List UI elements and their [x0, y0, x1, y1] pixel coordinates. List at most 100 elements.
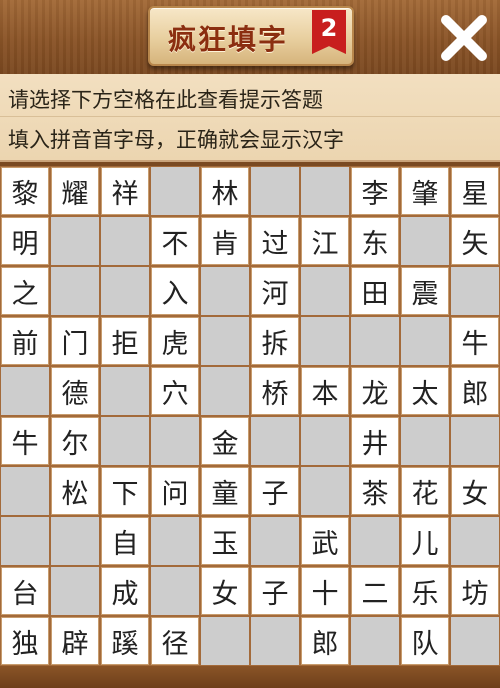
empty-cell[interactable] — [401, 417, 449, 465]
empty-cell[interactable] — [1, 467, 49, 515]
filled-cell[interactable]: 松 — [51, 467, 99, 515]
empty-cell[interactable] — [351, 617, 399, 665]
filled-cell[interactable]: 穴 — [151, 367, 199, 415]
filled-cell[interactable]: 子 — [251, 567, 299, 615]
filled-cell[interactable]: 坊 — [451, 567, 499, 615]
empty-cell[interactable] — [301, 467, 349, 515]
filled-cell[interactable]: 台 — [1, 567, 49, 615]
empty-cell[interactable] — [51, 517, 99, 565]
empty-cell[interactable] — [1, 367, 49, 415]
empty-cell[interactable] — [301, 267, 349, 315]
empty-cell[interactable] — [301, 317, 349, 365]
filled-cell[interactable]: 自 — [101, 517, 149, 565]
filled-cell[interactable]: 太 — [401, 367, 449, 415]
empty-cell[interactable] — [401, 317, 449, 365]
filled-cell[interactable]: 独 — [1, 617, 49, 665]
filled-cell[interactable]: 女 — [201, 567, 249, 615]
empty-cell[interactable] — [151, 517, 199, 565]
filled-cell[interactable]: 江 — [301, 217, 349, 265]
empty-cell[interactable] — [51, 267, 99, 315]
empty-cell[interactable] — [451, 517, 499, 565]
filled-cell[interactable]: 本 — [301, 367, 349, 415]
filled-cell[interactable]: 井 — [351, 417, 399, 465]
empty-cell[interactable] — [201, 367, 249, 415]
empty-cell[interactable] — [251, 167, 299, 215]
filled-cell[interactable]: 肇 — [401, 167, 449, 215]
filled-cell[interactable]: 明 — [1, 217, 49, 265]
filled-cell[interactable]: 拒 — [101, 317, 149, 365]
empty-cell[interactable] — [101, 417, 149, 465]
empty-cell[interactable] — [151, 167, 199, 215]
empty-cell[interactable] — [251, 417, 299, 465]
filled-cell[interactable]: 不 — [151, 217, 199, 265]
filled-cell[interactable]: 子 — [251, 467, 299, 515]
filled-cell[interactable]: 入 — [151, 267, 199, 315]
filled-cell[interactable]: 震 — [401, 267, 449, 315]
filled-cell[interactable]: 尔 — [51, 417, 99, 465]
filled-cell[interactable]: 十 — [301, 567, 349, 615]
filled-cell[interactable]: 祥 — [101, 167, 149, 215]
filled-cell[interactable]: 问 — [151, 467, 199, 515]
filled-cell[interactable]: 拆 — [251, 317, 299, 365]
empty-cell[interactable] — [101, 217, 149, 265]
filled-cell[interactable]: 郎 — [301, 617, 349, 665]
filled-cell[interactable]: 二 — [351, 567, 399, 615]
filled-cell[interactable]: 队 — [401, 617, 449, 665]
filled-cell[interactable]: 黎 — [1, 167, 49, 215]
filled-cell[interactable]: 河 — [251, 267, 299, 315]
empty-cell[interactable] — [451, 417, 499, 465]
filled-cell[interactable]: 桥 — [251, 367, 299, 415]
empty-cell[interactable] — [201, 267, 249, 315]
filled-cell[interactable]: 郎 — [451, 367, 499, 415]
filled-cell[interactable]: 成 — [101, 567, 149, 615]
filled-cell[interactable]: 林 — [201, 167, 249, 215]
filled-cell[interactable]: 花 — [401, 467, 449, 515]
filled-cell[interactable]: 过 — [251, 217, 299, 265]
filled-cell[interactable]: 前 — [1, 317, 49, 365]
filled-cell[interactable]: 门 — [51, 317, 99, 365]
empty-cell[interactable] — [1, 517, 49, 565]
empty-cell[interactable] — [51, 217, 99, 265]
empty-cell[interactable] — [251, 517, 299, 565]
filled-cell[interactable]: 乐 — [401, 567, 449, 615]
filled-cell[interactable]: 儿 — [401, 517, 449, 565]
empty-cell[interactable] — [101, 267, 149, 315]
empty-cell[interactable] — [351, 317, 399, 365]
filled-cell[interactable]: 径 — [151, 617, 199, 665]
filled-cell[interactable]: 玉 — [201, 517, 249, 565]
filled-cell[interactable]: 女 — [451, 467, 499, 515]
filled-cell[interactable]: 下 — [101, 467, 149, 515]
empty-cell[interactable] — [301, 417, 349, 465]
close-button[interactable] — [436, 10, 492, 66]
filled-cell[interactable]: 金 — [201, 417, 249, 465]
empty-cell[interactable] — [351, 517, 399, 565]
filled-cell[interactable]: 茶 — [351, 467, 399, 515]
filled-cell[interactable]: 星 — [451, 167, 499, 215]
empty-cell[interactable] — [101, 367, 149, 415]
filled-cell[interactable]: 蹊 — [101, 617, 149, 665]
filled-cell[interactable]: 之 — [1, 267, 49, 315]
empty-cell[interactable] — [151, 417, 199, 465]
filled-cell[interactable]: 耀 — [51, 167, 99, 215]
empty-cell[interactable] — [451, 267, 499, 315]
filled-cell[interactable]: 东 — [351, 217, 399, 265]
empty-cell[interactable] — [251, 617, 299, 665]
empty-cell[interactable] — [451, 617, 499, 665]
empty-cell[interactable] — [201, 617, 249, 665]
filled-cell[interactable]: 武 — [301, 517, 349, 565]
filled-cell[interactable]: 牛 — [451, 317, 499, 365]
empty-cell[interactable] — [401, 217, 449, 265]
empty-cell[interactable] — [51, 567, 99, 615]
filled-cell[interactable]: 牛 — [1, 417, 49, 465]
filled-cell[interactable]: 田 — [351, 267, 399, 315]
filled-cell[interactable]: 童 — [201, 467, 249, 515]
filled-cell[interactable]: 肯 — [201, 217, 249, 265]
filled-cell[interactable]: 矢 — [451, 217, 499, 265]
filled-cell[interactable]: 德 — [51, 367, 99, 415]
empty-cell[interactable] — [151, 567, 199, 615]
filled-cell[interactable]: 辟 — [51, 617, 99, 665]
filled-cell[interactable]: 龙 — [351, 367, 399, 415]
empty-cell[interactable] — [201, 317, 249, 365]
filled-cell[interactable]: 虎 — [151, 317, 199, 365]
filled-cell[interactable]: 李 — [351, 167, 399, 215]
